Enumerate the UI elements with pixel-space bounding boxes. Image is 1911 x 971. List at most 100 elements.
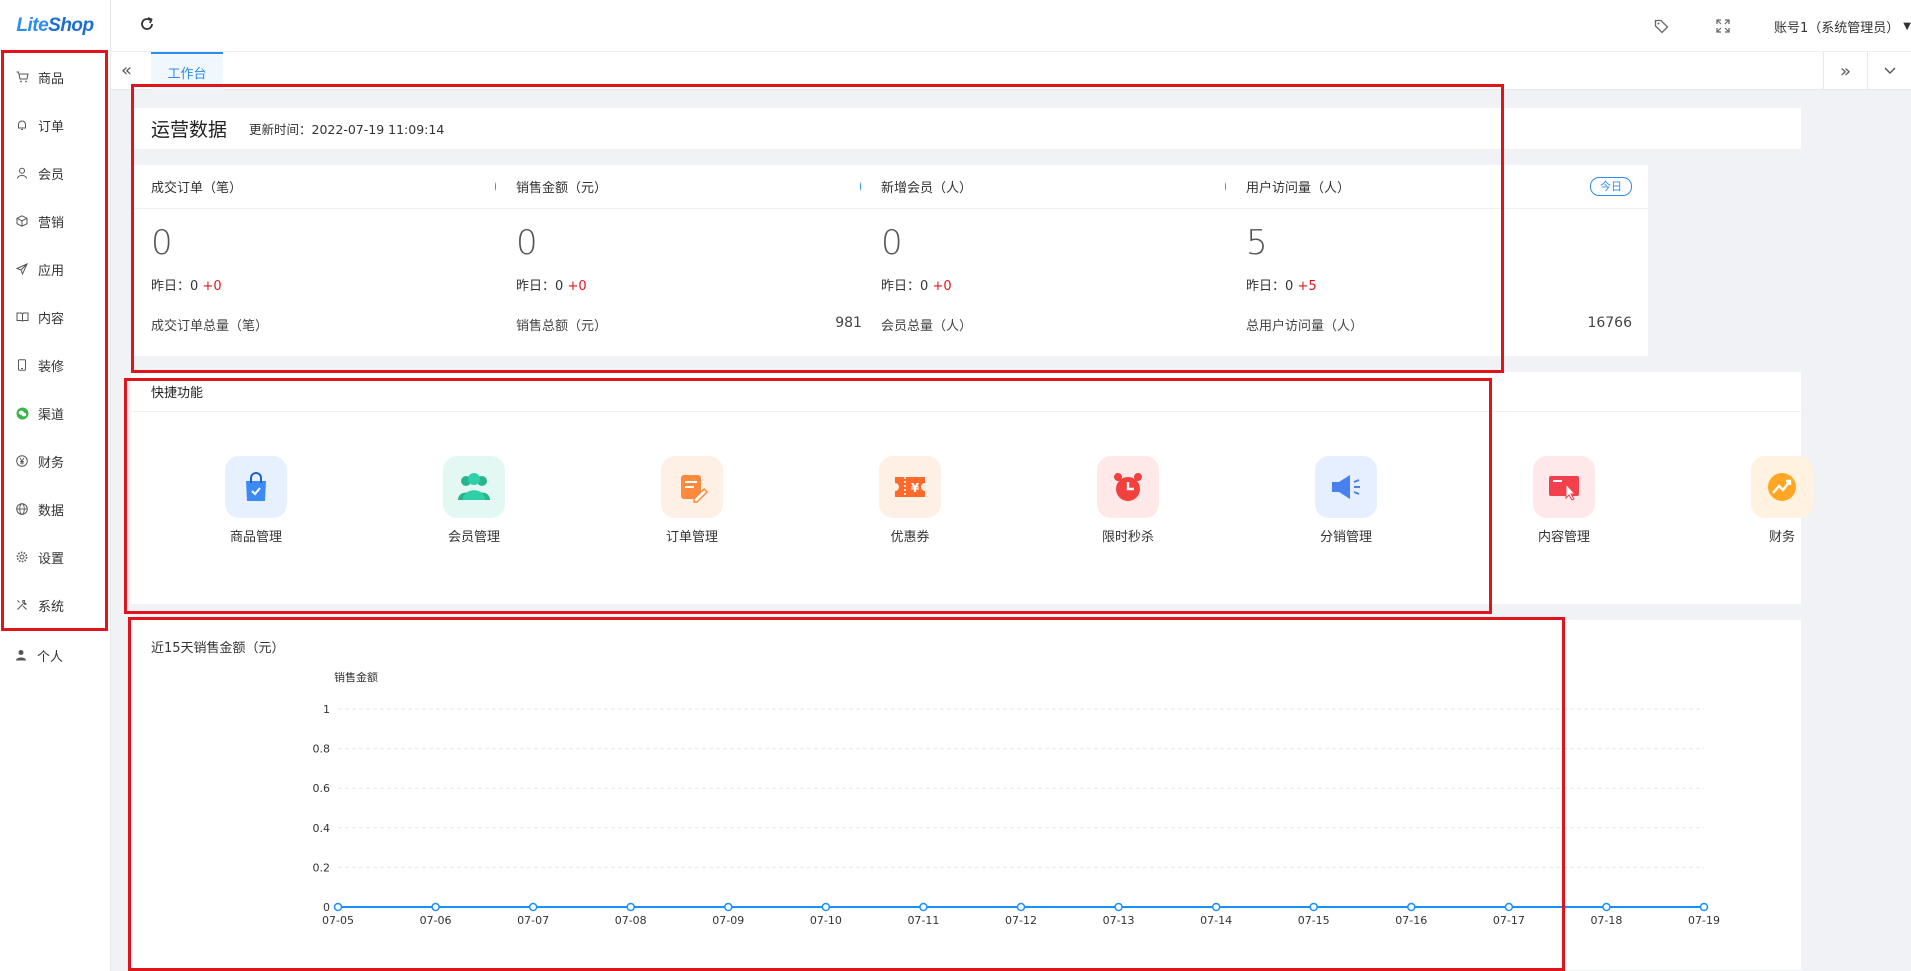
sidebar-item-8[interactable]: 财务: [4, 437, 105, 485]
chevron-down-icon[interactable]: ▼: [1903, 21, 1911, 32]
tabs-bar: « 工作台 »: [111, 52, 1911, 90]
sidebar-item-2[interactable]: 会员: [4, 149, 105, 197]
quick-item[interactable]: ¥ 优惠券: [850, 456, 970, 545]
app-logo[interactable]: Lite Shop: [0, 0, 110, 52]
wechat-icon: [15, 406, 29, 420]
main-content: 运营数据 更新时间：2022-07-19 11:09:14 成交订单（笔）今日0…: [111, 84, 1891, 971]
stat-yesterday: 昨日：0 +0: [131, 275, 553, 315]
quick-item[interactable]: 会员管理: [414, 456, 534, 545]
svg-text:¥: ¥: [911, 481, 920, 495]
data-point[interactable]: [1602, 902, 1611, 912]
members-icon[interactable]: [443, 456, 505, 518]
sales-chart-panel: 近15天销售金额（元） 销售金额 0 0.2 0.4 0.6 0.8 1 07-05 07-06…: [131, 620, 1801, 970]
quick-item-label: 限时秒杀: [1101, 530, 1154, 545]
data-point[interactable]: [1309, 902, 1318, 912]
globe-icon: [15, 502, 29, 516]
order-edit-icon[interactable]: [661, 456, 723, 518]
stat-total: 会员总量（人）1663: [861, 315, 1283, 334]
data-point[interactable]: [821, 902, 831, 912]
stat-card-title: 新增会员（人）: [881, 181, 973, 196]
sidebar-item-1[interactable]: 订单: [4, 101, 105, 149]
quick-item[interactable]: 分销管理: [1286, 456, 1406, 545]
data-point[interactable]: [1699, 902, 1709, 912]
data-point[interactable]: [1407, 902, 1416, 912]
y-tick-label: 0.2: [313, 861, 331, 874]
stat-card: 销售金额（元）今日0昨日：0 +0销售总额（元）98181.63: [496, 165, 918, 356]
cart-icon: [15, 70, 29, 84]
data-point[interactable]: [724, 902, 733, 912]
quick-item-label: 订单管理: [665, 530, 718, 545]
sidebar-item-label: 财务: [38, 455, 65, 471]
data-point[interactable]: [1114, 902, 1123, 912]
tab-workbench[interactable]: 工作台: [151, 52, 223, 90]
x-tick-label: 07-16: [1395, 914, 1427, 927]
x-tick-label: 07-12: [1005, 914, 1037, 927]
stat-yesterday: 昨日：0 +5: [1226, 275, 1648, 315]
total-label: 成交订单总量（笔）: [151, 319, 269, 334]
refresh-icon[interactable]: [139, 16, 155, 37]
data-point[interactable]: [431, 902, 440, 912]
sidebar-item-7[interactable]: 渠道: [4, 389, 105, 437]
sidebar-item-label: 营销: [38, 215, 65, 231]
sidebar-item-5[interactable]: 内容: [4, 293, 105, 341]
megaphone-icon[interactable]: [1315, 456, 1377, 518]
account-menu[interactable]: 账号1（系统管理员）: [1774, 17, 1899, 36]
data-point[interactable]: [626, 902, 635, 912]
quick-item[interactable]: 财务: [1722, 456, 1842, 545]
coupon-icon[interactable]: ¥: [879, 456, 941, 518]
sidebar-item-6[interactable]: 装修: [4, 341, 105, 389]
x-tick-label: 07-07: [517, 914, 549, 927]
x-tick-label: 07-08: [615, 914, 647, 927]
y-tick-label: 0.4: [313, 822, 331, 835]
sidebar-item-9[interactable]: 数据: [4, 485, 105, 533]
user-icon: [15, 166, 29, 180]
content-click-icon[interactable]: [1533, 456, 1595, 518]
stat-value: 5: [1246, 223, 1268, 263]
sidebar-item-10[interactable]: 设置: [4, 533, 105, 581]
tabs-scroll-right-icon[interactable]: »: [1823, 52, 1867, 90]
box-icon: [15, 214, 29, 228]
data-point[interactable]: [1016, 902, 1026, 912]
tabs-dropdown-icon[interactable]: [1867, 52, 1911, 90]
sidebar-item-3[interactable]: 营销: [4, 197, 105, 245]
sidebar-item-label: 装修: [38, 359, 65, 375]
quick-item[interactable]: 内容管理: [1504, 456, 1624, 545]
sidebar-menu: 商品 订单会员营销应用 内容装修渠道财务数据 设置 系统: [1, 50, 108, 631]
stat-card-title: 用户访问量（人）: [1246, 181, 1351, 196]
gear-icon: [15, 550, 29, 564]
sidebar-item-4[interactable]: 应用: [4, 245, 105, 293]
sidebar-item-personal[interactable]: 个人: [0, 631, 110, 679]
sidebar-item-11[interactable]: 系统: [4, 581, 105, 629]
sidebar-item-label: 渠道: [38, 407, 65, 423]
data-point[interactable]: [919, 902, 928, 912]
sidebar-item-0[interactable]: 商品: [4, 53, 105, 101]
data-point[interactable]: [528, 902, 538, 912]
stat-yesterday: 昨日：0 +0: [861, 275, 1283, 315]
quick-item[interactable]: 商品管理: [196, 456, 316, 545]
ops-title: 运营数据: [151, 119, 228, 141]
sidebar-item-label: 会员: [38, 167, 65, 183]
today-badge[interactable]: 今日: [1590, 177, 1632, 196]
tag-icon[interactable]: [1650, 15, 1672, 37]
quick-item[interactable]: 限时秒杀: [1068, 456, 1188, 545]
quick-title: 快捷功能: [131, 372, 1801, 412]
yen-icon: [15, 454, 29, 468]
quick-item-label: 内容管理: [1537, 530, 1590, 545]
tabs-scroll-left-icon[interactable]: «: [121, 60, 132, 81]
stat-card-header: 新增会员（人）今日: [861, 165, 1283, 209]
data-point[interactable]: [1504, 902, 1514, 912]
finance-trend-icon[interactable]: [1751, 456, 1813, 518]
person-icon: [14, 648, 28, 662]
stat-card-title: 销售金额（元）: [516, 181, 608, 196]
data-point[interactable]: [333, 902, 343, 912]
stat-total: 销售总额（元）98181.63: [496, 315, 918, 334]
shopping-bag-icon[interactable]: [225, 456, 287, 518]
quick-item[interactable]: 订单管理: [632, 456, 752, 545]
data-point[interactable]: [1211, 902, 1221, 912]
stat-card-title: 成交订单（笔）: [151, 181, 243, 196]
tools-icon: [15, 598, 29, 612]
fullscreen-icon[interactable]: [1712, 15, 1734, 37]
quick-item-label: 会员管理: [447, 530, 500, 545]
stat-yesterday: 昨日：0 +0: [496, 275, 918, 315]
alarm-clock-icon[interactable]: [1097, 456, 1159, 518]
